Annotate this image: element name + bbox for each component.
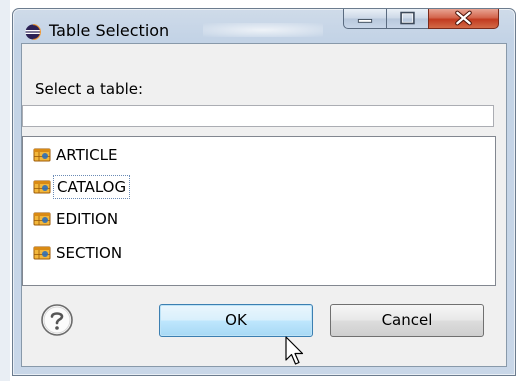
list-item-label: ARTICLE bbox=[56, 146, 118, 164]
ok-button[interactable]: OK bbox=[159, 304, 313, 337]
table-icon bbox=[33, 180, 51, 194]
maximize-icon bbox=[400, 11, 415, 25]
table-icon bbox=[33, 246, 51, 260]
window-title: Table Selection bbox=[49, 21, 170, 40]
list-item-label: EDITION bbox=[56, 210, 119, 228]
table-icon bbox=[33, 212, 51, 226]
maximize-button[interactable] bbox=[386, 9, 429, 29]
table-list[interactable]: ARTICLE CATALOG EDITION SECTION bbox=[22, 136, 496, 286]
help-icon[interactable] bbox=[40, 303, 74, 337]
table-filter-input[interactable] bbox=[22, 105, 494, 127]
minimize-icon bbox=[357, 18, 373, 23]
prompt-label: Select a table: bbox=[35, 80, 144, 98]
mouse-pointer-icon bbox=[285, 336, 304, 365]
table-icon bbox=[33, 148, 51, 162]
close-icon bbox=[455, 10, 472, 26]
title-glow bbox=[203, 23, 323, 37]
list-item-label: SECTION bbox=[56, 244, 123, 262]
list-item-label: CATALOG bbox=[53, 175, 131, 199]
eclipse-icon bbox=[25, 24, 41, 40]
minimize-button[interactable] bbox=[343, 9, 387, 29]
close-button[interactable] bbox=[428, 9, 499, 29]
cancel-button[interactable]: Cancel bbox=[330, 304, 484, 337]
caption-buttons bbox=[343, 9, 511, 31]
